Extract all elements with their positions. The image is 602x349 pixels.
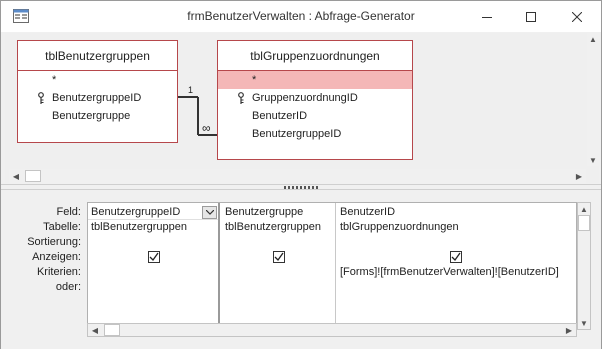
cell-tabelle[interactable]: tblGruppenzuordnungen [337,220,576,235]
row-label-anzeigen: Anzeigen: [32,251,81,263]
title-bar: frmBenutzerVerwalten : Abfrage-Generator [1,1,601,32]
cell-feld[interactable]: BenutzergruppeID [88,205,218,220]
scrollbar-thumb[interactable] [104,324,120,336]
grid-vertical-scrollbar[interactable]: ▲ ▼ [577,202,591,330]
cell-text: BenutzergruppeID [91,206,181,218]
table-window-tblGruppenzuordnungen[interactable]: tblGruppenzuordnungen * Gruppenzuordnung… [217,40,413,160]
row-label-sortierung: Sortierung: [27,236,81,248]
scroll-down-icon[interactable]: ▼ [587,154,599,166]
primary-key-icon [38,92,44,104]
table-pane: tblBenutzergruppen * BenutzergruppeID Be… [5,33,599,183]
relationship-many-label: ∞ [202,121,211,135]
close-button[interactable] [554,1,600,32]
close-icon [572,11,582,22]
cell-feld[interactable]: BenutzerID [337,205,576,220]
field-dropdown-button[interactable] [202,206,217,219]
field-label: * [252,74,257,86]
table-window-tblBenutzergruppen[interactable]: tblBenutzergruppen * BenutzergruppeID Be… [17,40,178,143]
cell-tabelle[interactable]: tblBenutzergruppen [222,220,335,235]
cell-sortierung[interactable] [222,235,335,250]
cell-tabelle[interactable]: tblBenutzergruppen [88,220,218,235]
scroll-up-icon[interactable]: ▲ [587,33,599,45]
design-grid-pane: Feld: Tabelle: Sortierung: Anzeigen: Kri… [1,191,601,349]
table-title[interactable]: tblGruppenzuordnungen [218,41,412,71]
pane-splitter[interactable] [1,184,601,190]
cell-anzeigen[interactable] [222,250,335,265]
relationship-one-label: 1 [188,85,193,95]
field-list-item-selected[interactable]: * [218,71,412,89]
checkmark-icon [274,252,284,262]
scroll-right-icon[interactable]: ▶ [563,324,575,336]
table-pane-vertical-scrollbar[interactable]: ▲ ▼ [587,33,599,166]
maximize-button[interactable] [508,1,554,32]
primary-key-icon [238,92,244,104]
maximize-icon [526,11,536,22]
scroll-left-icon[interactable]: ◀ [10,170,22,182]
field-list-item[interactable]: * [18,71,177,89]
cell-kriterien[interactable] [222,265,335,280]
relationship-line[interactable]: 1 ∞ [178,85,217,143]
scroll-right-icon[interactable]: ▶ [573,170,585,182]
chevron-down-icon [205,210,214,215]
splitter-grip-icon[interactable] [284,186,320,189]
field-label: Benutzergruppe [52,110,131,122]
table-pane-horizontal-scrollbar[interactable]: ◀ ▶ [9,169,586,183]
cell-anzeigen[interactable] [88,250,218,265]
cell-oder[interactable] [337,280,576,295]
query-design-grid: BenutzergruppeID tblBenutzergruppen Benu… [87,202,577,331]
cell-sortierung[interactable] [337,235,576,250]
show-checkbox[interactable] [148,251,160,263]
scroll-left-icon[interactable]: ◀ [89,324,101,336]
field-label: GruppenzuordnungID [252,92,358,104]
field-label: BenutzerID [252,110,308,122]
show-checkbox[interactable] [273,251,285,263]
field-list-item[interactable]: BenutzerID [218,107,412,125]
minimize-icon [482,16,492,18]
grid-column-1[interactable]: BenutzergruppeID tblBenutzergruppen [88,203,220,331]
cell-oder[interactable] [88,280,218,295]
field-list-item[interactable]: BenutzergruppeID [18,89,177,107]
minimize-button[interactable] [464,1,510,32]
row-label-kriterien: Kriterien: [36,266,81,278]
table-title[interactable]: tblBenutzergruppen [18,41,177,71]
row-label-feld: Feld: [56,206,81,218]
query-builder-window: frmBenutzerVerwalten : Abfrage-Generator… [0,0,602,349]
scroll-down-icon[interactable]: ▼ [578,317,590,329]
field-list-item[interactable]: GruppenzuordnungID [218,89,412,107]
scrollbar-thumb[interactable] [578,215,590,231]
cell-feld[interactable]: Benutzergruppe [222,205,335,220]
cell-kriterien[interactable]: [Forms]![frmBenutzerVerwalten]![Benutzer… [337,265,576,280]
field-label: BenutzergruppeID [52,92,142,104]
grid-column-2[interactable]: Benutzergruppe tblBenutzergruppen [222,203,336,331]
cell-anzeigen[interactable] [337,250,576,265]
checkmark-icon [451,252,461,262]
field-list-item[interactable]: Benutzergruppe [18,107,177,125]
cell-oder[interactable] [222,280,335,295]
grid-column-3[interactable]: BenutzerID tblGruppenzuordnungen [Forms]… [337,203,576,331]
checkmark-icon [149,252,159,262]
cell-sortierung[interactable] [88,235,218,250]
row-label-tabelle: Tabelle: [43,221,81,233]
grid-horizontal-scrollbar[interactable]: ◀ ▶ [87,323,577,337]
field-label: * [52,74,57,86]
scrollbar-thumb[interactable] [25,170,41,182]
cell-kriterien[interactable] [88,265,218,280]
show-checkbox[interactable] [450,251,462,263]
field-list-item[interactable]: BenutzergruppeID [218,125,412,143]
row-label-oder: oder: [55,281,81,293]
scroll-up-icon[interactable]: ▲ [578,203,590,215]
field-label: BenutzergruppeID [252,128,342,140]
